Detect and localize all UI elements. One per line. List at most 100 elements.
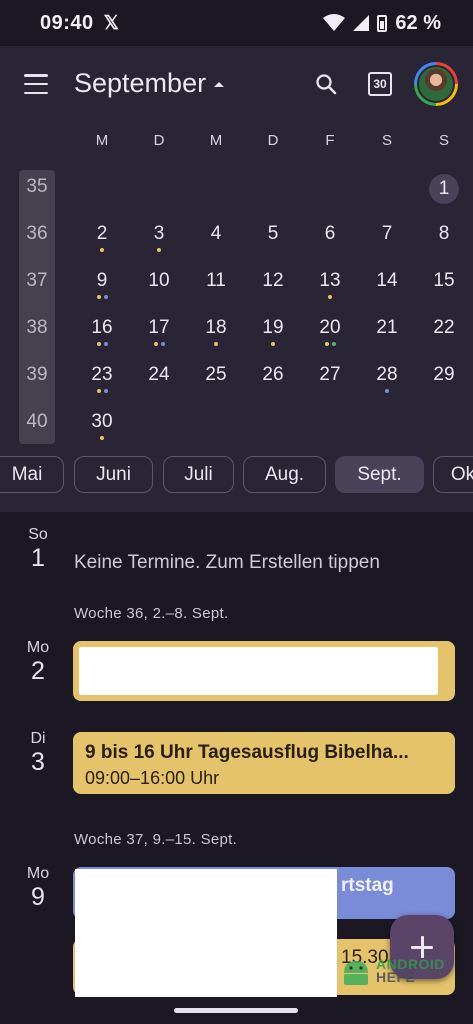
home-indicator[interactable] <box>174 1008 298 1013</box>
event-title: rtstag <box>341 875 394 896</box>
day-number: 7 <box>381 223 393 244</box>
day-number: 14 <box>376 270 398 291</box>
day-cell[interactable]: 23 <box>82 358 122 402</box>
day-cell[interactable]: 4 <box>196 217 236 261</box>
day-cell[interactable]: 3 <box>139 217 179 261</box>
android-icon <box>344 961 368 985</box>
event-dots <box>424 295 464 299</box>
agenda-date: 1 <box>31 544 45 572</box>
today-icon[interactable]: 30 <box>368 72 392 96</box>
week-header-37: Woche 37, 9.–15. Sept. <box>74 831 238 848</box>
event-dot <box>271 342 275 346</box>
week-number[interactable]: 36 <box>19 223 55 245</box>
month-chip[interactable]: Mai <box>0 456 64 493</box>
day-cell[interactable]: 8 <box>424 217 464 261</box>
day-cell[interactable]: 25 <box>196 358 236 402</box>
month-selector[interactable]: September <box>74 68 225 99</box>
week-number[interactable]: 37 <box>19 270 55 292</box>
event-dots <box>253 342 293 346</box>
event-dots <box>139 389 179 393</box>
week-number[interactable]: 38 <box>19 317 55 339</box>
signal-icon <box>353 15 370 31</box>
watermark-text: ANDROID HEFE <box>376 957 445 984</box>
weekday-label: F <box>325 132 335 149</box>
month-chip[interactable]: Juni <box>74 456 153 493</box>
week-number[interactable]: 40 <box>19 411 55 433</box>
day-number: 20 <box>319 317 341 338</box>
week-row: 40 30 <box>0 405 473 452</box>
menu-icon[interactable] <box>24 74 48 94</box>
day-cell[interactable]: 6 <box>310 217 350 261</box>
week-row: 37 9 10 11 12 13 14 15 <box>0 264 473 311</box>
week-number[interactable]: 39 <box>19 364 55 386</box>
event-dots <box>310 389 350 393</box>
day-cell[interactable]: 14 <box>367 264 407 308</box>
event-dots <box>367 295 407 299</box>
day-cell[interactable]: 20 <box>310 311 350 355</box>
day-cell[interactable]: 27 <box>310 358 350 402</box>
event-dot <box>103 342 108 346</box>
event-dots <box>82 342 122 346</box>
event-dot <box>96 295 101 299</box>
month-chip[interactable]: Ok <box>433 456 473 493</box>
event-dots <box>196 295 236 299</box>
weekday-label: S <box>438 132 449 149</box>
day-number: 2 <box>96 223 108 244</box>
search-icon[interactable] <box>314 72 338 96</box>
agenda-dow: So <box>28 526 48 543</box>
event-dot <box>100 248 104 252</box>
day-number: 23 <box>91 364 113 385</box>
avatar[interactable] <box>414 62 458 106</box>
event-dot <box>103 295 108 299</box>
day-cell[interactable]: 28 <box>367 358 407 402</box>
day-number: 21 <box>376 317 398 338</box>
day-cell[interactable]: 19 <box>253 311 293 355</box>
day-number: 11 <box>206 270 226 291</box>
event-dots <box>367 342 407 346</box>
event-dots <box>310 248 350 252</box>
day-cell[interactable]: 5 <box>253 217 293 261</box>
day-number: 18 <box>205 317 227 338</box>
app-bar: September 30 <box>0 46 473 122</box>
day-cell[interactable]: 10 <box>139 264 179 308</box>
day-cell[interactable]: 29 <box>424 358 464 402</box>
agenda-date: 3 <box>31 748 45 776</box>
month-chip[interactable]: Sept. <box>335 456 424 493</box>
agenda-day-2: Mo 2 <box>18 639 58 685</box>
month-chip[interactable]: Juli <box>163 456 234 493</box>
month-title: September <box>74 68 207 98</box>
weekday-label: D <box>153 132 165 149</box>
event-dots <box>82 248 122 252</box>
day-cell[interactable]: 21 <box>367 311 407 355</box>
day-cell[interactable]: 22 <box>424 311 464 355</box>
day-number: 29 <box>433 364 455 385</box>
day-cell[interactable]: 30 <box>82 405 122 449</box>
week-number[interactable]: 35 <box>19 176 55 198</box>
day-number: 19 <box>262 317 284 338</box>
day-cell[interactable]: 1 <box>424 170 464 214</box>
day-cell[interactable]: 18 <box>196 311 236 355</box>
no-events-prompt[interactable]: Keine Termine. Zum Erstellen tippen <box>74 552 380 574</box>
event-card-ausflug[interactable]: 9 bis 16 Uhr Tagesausflug Bibelha... 09:… <box>73 732 455 794</box>
day-cell[interactable]: 26 <box>253 358 293 402</box>
day-cell[interactable]: 9 <box>82 264 122 308</box>
weekday-label: D <box>267 132 279 149</box>
event-card-redacted[interactable] <box>73 641 455 701</box>
day-cell[interactable]: 16 <box>82 311 122 355</box>
day-cell[interactable]: 24 <box>139 358 179 402</box>
day-cell[interactable]: 15 <box>424 264 464 308</box>
month-chip[interactable]: Aug. <box>243 456 326 493</box>
agenda-day-1: So 1 <box>18 526 58 572</box>
week-row: 39 23 24 25 26 27 28 29 <box>0 358 473 405</box>
selected-day-circle: 1 <box>429 174 459 204</box>
day-cell[interactable]: 13 <box>310 264 350 308</box>
event-dots <box>196 248 236 252</box>
event-title: 9 bis 16 Uhr Tagesausflug Bibelha... <box>85 742 409 763</box>
event-dots <box>424 207 464 211</box>
day-cell[interactable]: 12 <box>253 264 293 308</box>
day-cell[interactable]: 7 <box>367 217 407 261</box>
day-cell[interactable]: 11 <box>196 264 236 308</box>
day-cell[interactable]: 17 <box>139 311 179 355</box>
agenda-dow: Di <box>30 730 46 747</box>
day-cell[interactable]: 2 <box>82 217 122 261</box>
